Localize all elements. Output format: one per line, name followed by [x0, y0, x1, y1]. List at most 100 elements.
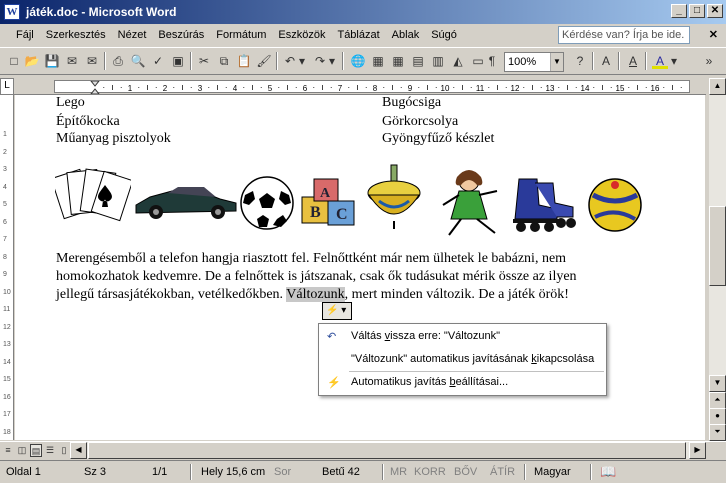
ruler-number: 1 — [3, 131, 7, 138]
minimize-button[interactable]: _ — [671, 4, 687, 18]
ruler-number: 7 — [338, 84, 343, 93]
undo-dropdown-icon[interactable]: ▾ — [298, 53, 306, 69]
menu-item-stop-autocorrect[interactable]: "Változunk" automatikus javításának kika… — [351, 353, 594, 365]
menu-format[interactable]: Formátum — [210, 29, 272, 41]
help-icon[interactable]: ? — [572, 53, 588, 69]
drawing-icon[interactable]: ◭ — [450, 53, 466, 69]
playing-cards-image[interactable] — [55, 167, 131, 223]
window-title: játék.doc - Microsoft Word — [26, 5, 177, 19]
paste-icon[interactable]: 📋 — [236, 53, 252, 69]
show-hide-icon[interactable]: ¶ — [484, 53, 500, 69]
scroll-left-icon[interactable]: ◀ — [70, 442, 87, 459]
toolbar-options-icon[interactable]: » — [704, 53, 714, 69]
ruler-number: 16 — [3, 393, 11, 401]
close-button[interactable]: ✕ — [707, 4, 723, 18]
scroll-right-icon[interactable]: ▶ — [689, 442, 706, 459]
menu-edit[interactable]: Szerkesztés — [40, 29, 112, 41]
normal-view-icon[interactable]: ≡ — [2, 444, 14, 457]
menu-item-undo-change[interactable]: Váltás vissza erre: "Változunk" — [351, 330, 500, 342]
reading-layout-icon[interactable]: ▯ — [58, 444, 70, 457]
vertical-ruler[interactable]: 1 2 3 4 5 6 7 8 9 10 11 12 13 14 15 16 17 18 — [0, 95, 14, 440]
copy-icon[interactable]: ⧉ — [216, 53, 232, 69]
menu-window[interactable]: Ablak — [386, 29, 426, 41]
research-icon[interactable]: ▣ — [170, 53, 186, 69]
previous-page-icon[interactable]: ⏶ — [709, 392, 726, 409]
tables-borders-icon[interactable]: ▦ — [370, 53, 386, 69]
redo-dropdown-icon[interactable]: ▾ — [328, 53, 336, 69]
menu-file[interactable]: Fájl — [10, 29, 40, 41]
permission-icon[interactable]: ✉ — [64, 53, 80, 69]
browse-object-icon[interactable]: ● — [709, 408, 726, 425]
chevron-down-icon[interactable]: ▼ — [550, 53, 563, 71]
spelling-icon[interactable]: ✓ — [150, 53, 166, 69]
zoom-select[interactable]: 100% ▼ — [504, 52, 564, 72]
status-ext[interactable]: BŐV — [454, 466, 477, 478]
word-app-icon[interactable]: W — [4, 4, 20, 20]
redo-icon[interactable]: ↷ — [312, 53, 328, 69]
outline-view-icon[interactable]: ☰ — [44, 444, 56, 457]
document-area[interactable]: Lego Építőkocka Műanyag pisztolyok Bugóc… — [15, 95, 705, 440]
title-bar[interactable]: W játék.doc - Microsoft Word _ □ ✕ — [0, 0, 726, 24]
status-rec[interactable]: MR — [390, 466, 407, 478]
alphabet-blocks-image[interactable]: B C A — [298, 175, 362, 231]
hyperlink-icon[interactable]: 🌐 — [350, 53, 366, 69]
open-icon[interactable]: 📂 — [24, 53, 40, 69]
font-color-icon[interactable]: A — [625, 53, 641, 69]
next-page-icon[interactable]: ⏷ — [709, 424, 726, 441]
menu-item-autocorrect-settings[interactable]: Automatikus javítás beállításai... — [351, 376, 508, 388]
menu-insert[interactable]: Beszúrás — [152, 29, 210, 41]
scroll-thumb[interactable] — [88, 442, 686, 459]
help-question-input[interactable]: Kérdése van? Írja be ide. — [558, 26, 690, 44]
roller-skates-image[interactable] — [505, 175, 581, 235]
print-layout-icon[interactable]: ▤ — [30, 444, 42, 457]
menu-view[interactable]: Nézet — [112, 29, 153, 41]
email-icon[interactable]: ✉ — [84, 53, 100, 69]
zoom-value: 100% — [508, 56, 537, 68]
print-icon[interactable]: ⎙ — [110, 53, 126, 69]
menu-help[interactable]: Súgó — [425, 29, 463, 41]
spinning-top-image[interactable] — [365, 163, 423, 235]
horizontal-scrollbar[interactable]: ◀ ▶ — [70, 442, 706, 459]
menu-tools[interactable]: Eszközök — [272, 29, 331, 41]
status-ovr[interactable]: ÁTÍR — [490, 466, 515, 478]
vertical-scrollbar[interactable]: ▲ ▼ ⏶ ● ⏷ — [709, 78, 726, 441]
styles-formatting-icon[interactable]: A — [598, 53, 614, 69]
save-icon[interactable]: 💾 — [44, 53, 60, 69]
format-painter-icon[interactable]: 🖌 — [256, 53, 272, 69]
columns-icon[interactable]: ▥ — [430, 53, 446, 69]
insert-excel-icon[interactable]: ▤ — [410, 53, 426, 69]
undo-icon[interactable]: ↶ — [282, 53, 298, 69]
new-document-icon[interactable]: □ — [6, 53, 22, 69]
undo-icon: ↶ — [327, 331, 337, 343]
autocorrected-word[interactable]: Változunk — [286, 287, 345, 302]
spelling-status-icon[interactable]: 📖 — [600, 464, 616, 480]
scroll-thumb[interactable] — [709, 206, 726, 286]
sports-car-image[interactable] — [130, 179, 240, 223]
cut-icon[interactable]: ✂ — [196, 53, 212, 69]
highlight-dropdown-icon[interactable]: ▾ — [670, 53, 678, 69]
autocorrect-options-button[interactable]: ⚡ ▾ — [322, 302, 352, 320]
status-language[interactable]: Magyar — [534, 466, 571, 478]
document-paragraph[interactable]: Merengésemből a telefon hangja riasztott… — [56, 250, 656, 304]
doll-girl-image[interactable] — [431, 167, 511, 243]
beach-ball-image[interactable] — [587, 177, 643, 233]
ruler-number: 10 — [441, 84, 450, 93]
menu-table[interactable]: Táblázat — [331, 29, 385, 41]
scroll-up-icon[interactable]: ▲ — [709, 78, 726, 95]
document-close-icon[interactable]: ✕ — [709, 28, 718, 41]
print-preview-icon[interactable]: 🔍 — [130, 53, 146, 69]
maximize-button[interactable]: □ — [689, 4, 705, 18]
list-item: Gyöngyfűző készlet — [382, 131, 495, 146]
web-layout-icon[interactable]: ◫ — [16, 444, 28, 457]
highlight-icon[interactable]: A — [652, 53, 668, 69]
ruler-number: 11 — [3, 306, 11, 313]
status-bar: Oldal 1 Sz 3 1/1 Hely 15,6 cm Sor Betű 4… — [0, 460, 726, 483]
status-trk[interactable]: KORR — [414, 466, 446, 478]
tab-selector[interactable]: L — [0, 78, 14, 95]
scroll-down-icon[interactable]: ▼ — [709, 375, 726, 392]
indent-marker[interactable] — [89, 80, 101, 95]
horizontal-ruler[interactable]: 1 2 3 4 5 6 7 8 9 10 11 12 13 14 15 16 — [14, 78, 706, 95]
svg-text:C: C — [336, 206, 348, 223]
insert-table-icon[interactable]: ▦ — [390, 53, 406, 69]
soccer-ball-image[interactable] — [239, 175, 295, 231]
